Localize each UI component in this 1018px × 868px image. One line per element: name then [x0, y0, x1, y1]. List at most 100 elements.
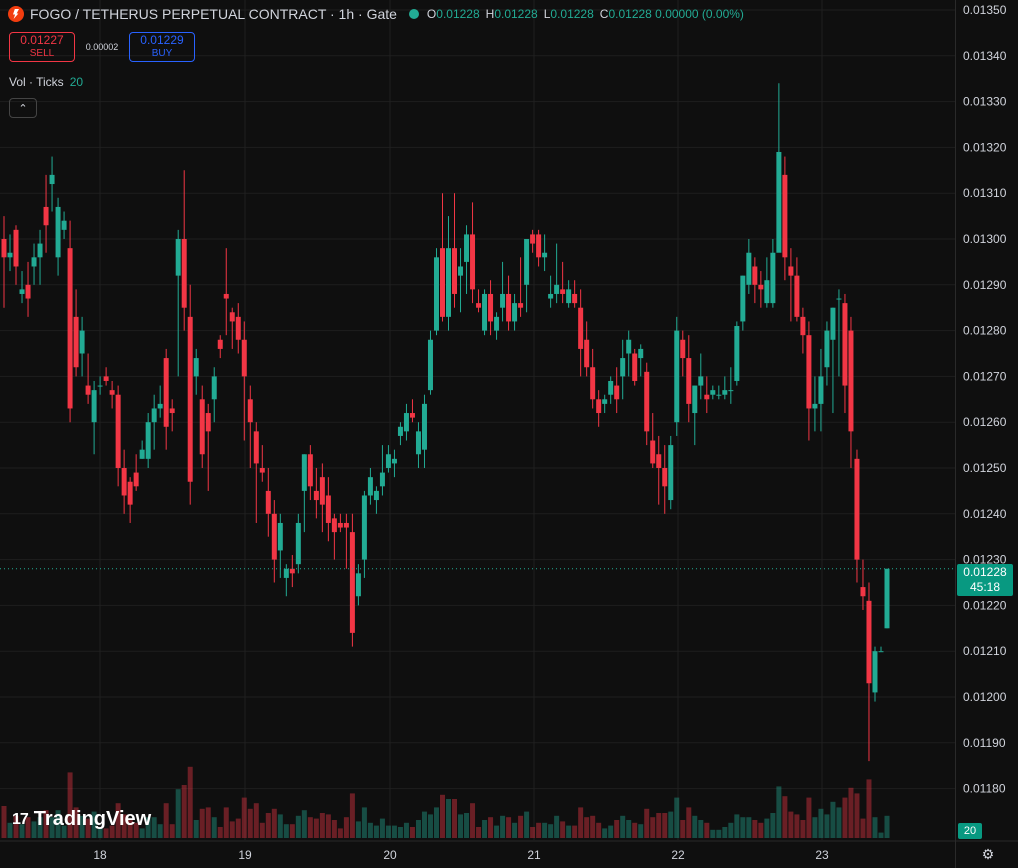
candle-body[interactable]	[734, 326, 740, 381]
candle-body[interactable]	[181, 239, 187, 308]
candle-body[interactable]	[452, 248, 458, 294]
candle-body[interactable]	[217, 339, 223, 349]
candle-body[interactable]	[325, 495, 331, 523]
candle-body[interactable]	[25, 284, 31, 299]
candle-body[interactable]	[205, 413, 211, 432]
candle-body[interactable]	[716, 394, 722, 396]
candle-body[interactable]	[403, 413, 409, 432]
candle-body[interactable]	[271, 513, 277, 560]
candle-body[interactable]	[848, 330, 854, 432]
candle-body[interactable]	[85, 385, 91, 395]
candle-body[interactable]	[842, 303, 848, 386]
candle-body[interactable]	[704, 394, 710, 400]
symbol-title[interactable]: FOGO / TETHERUS PERPETUAL CONTRACT · 1h …	[30, 6, 397, 22]
candle-body[interactable]	[193, 358, 199, 377]
candle-body[interactable]	[235, 316, 241, 340]
candle-body[interactable]	[433, 257, 439, 331]
tradingview-logo[interactable]: 17 TradingView	[12, 808, 151, 831]
candle-body[interactable]	[560, 289, 566, 294]
candle-body[interactable]	[614, 385, 620, 400]
candle-body[interactable]	[199, 399, 205, 455]
candle-body[interactable]	[728, 390, 734, 392]
buy-button[interactable]: 0.01229 BUY	[129, 32, 195, 62]
candle-body[interactable]	[97, 385, 103, 387]
candle-body[interactable]	[415, 431, 421, 455]
candle-body[interactable]	[488, 293, 494, 322]
candle-body[interactable]	[49, 174, 55, 185]
candle-body[interactable]	[439, 248, 445, 317]
candle-body[interactable]	[73, 316, 79, 368]
candle-body[interactable]	[103, 376, 109, 381]
candle-body[interactable]	[409, 413, 415, 418]
candle-body[interactable]	[313, 490, 319, 501]
candle-body[interactable]	[656, 454, 662, 468]
candle-body[interactable]	[854, 458, 860, 560]
candle-body[interactable]	[818, 376, 824, 404]
candle-body[interactable]	[512, 303, 518, 322]
candle-body[interactable]	[812, 403, 818, 409]
candle-body[interactable]	[301, 454, 307, 491]
candle-body[interactable]	[259, 468, 265, 473]
candle-body[interactable]	[830, 307, 836, 340]
candle-body[interactable]	[692, 385, 698, 414]
candle-body[interactable]	[884, 568, 890, 629]
candle-body[interactable]	[367, 477, 373, 496]
candle-body[interactable]	[373, 490, 379, 501]
candle-body[interactable]	[518, 303, 524, 308]
candle-body[interactable]	[686, 358, 692, 404]
candle-body[interactable]	[175, 239, 181, 276]
candle-body[interactable]	[31, 257, 37, 267]
candle-body[interactable]	[253, 431, 259, 464]
candle-body[interactable]	[1, 239, 7, 258]
candle-body[interactable]	[187, 316, 193, 482]
candle-body[interactable]	[361, 495, 367, 560]
candle-body[interactable]	[476, 303, 482, 308]
candle-body[interactable]	[584, 339, 590, 368]
candle-body[interactable]	[542, 252, 548, 258]
candle-body[interactable]	[343, 522, 349, 528]
candle-body[interactable]	[163, 358, 169, 427]
candle-body[interactable]	[470, 234, 476, 290]
candle-body[interactable]	[464, 234, 470, 262]
candle-body[interactable]	[391, 458, 397, 464]
candle-body[interactable]	[43, 206, 49, 226]
candle-body[interactable]	[866, 600, 872, 684]
candle-body[interactable]	[632, 353, 638, 381]
candle-body[interactable]	[67, 248, 73, 409]
candle-body[interactable]	[680, 339, 686, 359]
candle-body[interactable]	[61, 220, 67, 230]
candle-body[interactable]	[115, 394, 121, 468]
candle-body[interactable]	[620, 358, 626, 377]
collapse-legend-button[interactable]: ⌃	[9, 98, 37, 118]
candle-body[interactable]	[446, 248, 452, 317]
candle-body[interactable]	[668, 445, 674, 501]
candle-body[interactable]	[644, 371, 650, 432]
candle-body[interactable]	[662, 468, 668, 487]
candle-body[interactable]	[572, 293, 578, 304]
candle-body[interactable]	[109, 390, 115, 395]
candle-body[interactable]	[337, 522, 343, 528]
candle-body[interactable]	[277, 522, 283, 551]
candle-body[interactable]	[139, 449, 145, 459]
candle-body[interactable]	[872, 651, 878, 693]
candle-body[interactable]	[223, 293, 229, 299]
candle-body[interactable]	[590, 367, 596, 400]
candle-body[interactable]	[19, 289, 25, 294]
candle-body[interactable]	[878, 651, 884, 653]
candle-body[interactable]	[524, 239, 530, 285]
candle-body[interactable]	[722, 390, 728, 395]
candle-body[interactable]	[127, 481, 133, 505]
candle-body[interactable]	[289, 568, 295, 574]
candle-body[interactable]	[229, 312, 235, 322]
candle-body[interactable]	[427, 339, 433, 391]
candle-body[interactable]	[764, 280, 770, 304]
candle-body[interactable]	[283, 568, 289, 578]
candle-body[interactable]	[566, 289, 572, 304]
candle-body[interactable]	[806, 335, 812, 409]
candle-body[interactable]	[265, 490, 271, 514]
candle-body[interactable]	[355, 573, 361, 597]
candle-body[interactable]	[91, 390, 97, 423]
candle-body[interactable]	[788, 266, 794, 276]
candle-body[interactable]	[157, 403, 163, 409]
candle-body[interactable]	[319, 477, 325, 505]
